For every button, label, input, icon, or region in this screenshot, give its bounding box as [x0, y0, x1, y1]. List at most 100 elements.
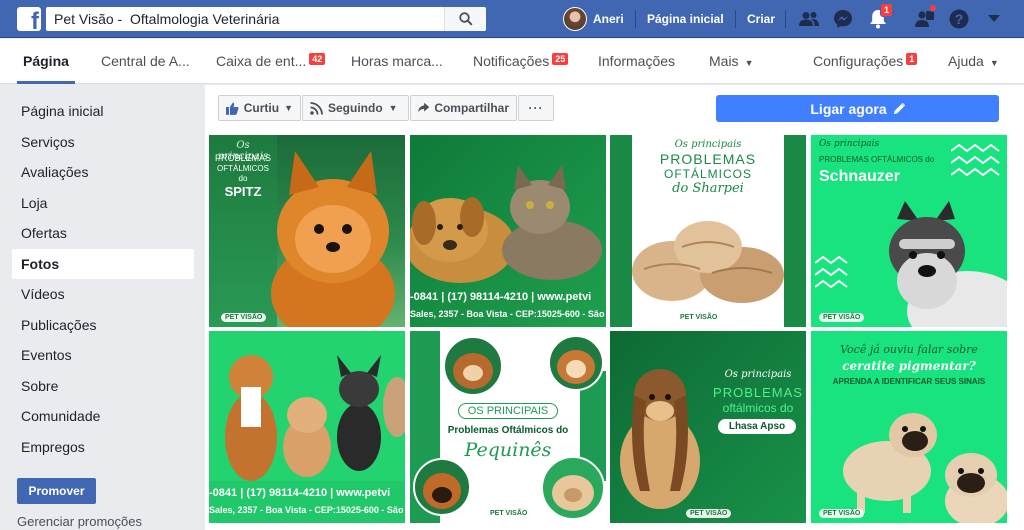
caret-down-icon: ▼	[744, 58, 754, 68]
thumbs-up-icon	[226, 102, 239, 115]
photo-sharpei[interactable]: Os principais PROBLEMAS OFTÁLMICOS do Sh…	[610, 135, 806, 327]
page-tab-bar: Página Central de A... Caixa de ent... 42…	[0, 39, 1024, 84]
tab-insights[interactable]: Informações	[598, 39, 675, 84]
footer-line: Sales, 2357 - Boa Vista - CEP:15025-600 …	[410, 309, 606, 319]
pekingese-portrait	[443, 336, 503, 396]
photo-caption: Schnauzer	[819, 168, 900, 185]
sidebar-item-community[interactable]: Comunidade	[12, 401, 194, 432]
photo-caption: Lhasa Apso	[718, 419, 796, 434]
caret-down-icon: ▼	[388, 103, 398, 113]
search-button[interactable]	[444, 7, 486, 31]
manage-promotions-link[interactable]: Gerenciar promoções	[17, 514, 142, 529]
call-now-button[interactable]: Ligar agora	[716, 95, 999, 122]
contact-footer: -0841 | (17) 98114-4210 | www.petvi Sale…	[209, 481, 405, 523]
tab-notifications[interactable]: Notificações 25	[473, 39, 569, 84]
page-roles-icon[interactable]	[913, 4, 937, 30]
svg-text:?: ?	[955, 11, 964, 27]
settings-badge: 1	[906, 53, 918, 65]
photo-caption: OFTÁLMICOS	[663, 167, 752, 181]
like-button[interactable]: Curtiu ▼	[218, 95, 301, 121]
zigzag-decoration	[951, 143, 1000, 177]
friend-requests-icon[interactable]	[797, 8, 821, 30]
divider	[635, 10, 636, 28]
page-sidebar: Página inicial Serviços Avaliações Loja …	[12, 96, 194, 462]
divider	[785, 10, 786, 28]
photo-caption: Os principais	[819, 139, 880, 149]
photo-caption: Você já ouviu falar sobre	[840, 343, 978, 356]
photo-caption: PROBLEMAS	[713, 385, 803, 400]
footer-line: -0841 | (17) 98114-4210 | www.petvi	[209, 487, 391, 499]
sidebar-item-shop[interactable]: Loja	[12, 188, 194, 219]
pug-dogs-illustration	[843, 413, 1007, 523]
sidebar-item-about[interactable]: Sobre	[12, 371, 194, 402]
photo-caption: APRENDA A IDENTIFICAR SEUS SINAIS	[832, 377, 986, 386]
top-navigation-bar: f Aneri Página inicial Criar 1 ?	[0, 0, 1024, 38]
tab-page[interactable]: Página	[17, 39, 75, 84]
following-button[interactable]: Seguindo ▼	[302, 95, 409, 121]
search-input[interactable]	[46, 7, 446, 31]
avatar	[563, 7, 587, 31]
home-link[interactable]: Página inicial	[647, 12, 724, 26]
rss-icon	[310, 101, 323, 115]
photo-group-of-pets[interactable]: -0841 | (17) 98114-4210 | www.petvi Sale…	[209, 331, 405, 523]
photo-cat-and-dog[interactable]: -0841 | (17) 98114-4210 | www.petvi Sale…	[410, 135, 606, 327]
pekingese-portrait	[541, 456, 605, 520]
sidebar-item-jobs[interactable]: Empregos	[12, 432, 194, 463]
photo-schnauzer[interactable]: Os principais PROBLEMAS OFTÁLMICOS do Sc…	[811, 135, 1007, 327]
messenger-icon[interactable]	[831, 8, 855, 30]
facebook-logo-icon[interactable]: f	[17, 7, 41, 31]
pet-visao-logo: PET VISÃO	[819, 313, 865, 322]
photo-caption: PROBLEMAS OFTÁLMICOS do	[819, 155, 935, 164]
photo-caption: Os principais	[674, 139, 742, 150]
caret-down-icon: ▼	[284, 103, 293, 113]
tab-settings[interactable]: Configurações 1	[813, 39, 918, 84]
notifications-icon[interactable]: 1	[866, 3, 894, 30]
help-icon[interactable]: ?	[947, 8, 971, 30]
tab-more[interactable]: Mais ▼	[709, 39, 753, 84]
search-icon	[458, 12, 473, 26]
schnauzer-dog-illustration	[889, 201, 1007, 327]
photo-pekingese[interactable]: OS PRINCIPAIS Problemas Oftálmicos do Pe…	[410, 331, 606, 523]
caret-down-icon: ▼	[989, 58, 999, 68]
sidebar-item-photos[interactable]: Fotos	[12, 248, 194, 279]
photo-caption: Problemas Oftálmicos do	[447, 425, 569, 436]
sharpei-puppies-illustration	[632, 221, 784, 303]
divider	[735, 10, 736, 28]
create-link[interactable]: Criar	[747, 12, 775, 26]
spitz-dog-illustration	[271, 151, 395, 327]
sidebar-item-reviews[interactable]: Avaliações	[12, 157, 194, 188]
pet-visao-logo: PET VISÃO	[819, 509, 865, 518]
cat-and-dog-illustration	[410, 165, 602, 283]
account-menu-icon[interactable]	[982, 8, 1006, 30]
photo-lhasa-apso[interactable]: Os principais PROBLEMAS oftálmicos do Lh…	[610, 331, 806, 523]
more-options-button[interactable]: ···	[518, 95, 554, 121]
sidebar-item-offers[interactable]: Ofertas	[12, 218, 194, 249]
photo-caption: do Sharpei	[672, 181, 744, 196]
tab-help[interactable]: Ajuda ▼	[948, 39, 999, 84]
promote-button[interactable]: Promover	[17, 478, 96, 504]
photo-pug[interactable]: Você já ouviu falar sobre ceratite pigme…	[811, 331, 1007, 523]
tab-appointments[interactable]: Horas marca...	[351, 39, 443, 84]
pets-group-illustration	[225, 355, 405, 481]
footer-line: -0841 | (17) 98114-4210 | www.petvi	[410, 291, 592, 303]
indicator-dot	[929, 4, 937, 12]
sidebar-item-posts[interactable]: Publicações	[12, 310, 194, 341]
photo-caption: PROBLEMAS	[659, 151, 757, 167]
pet-visao-logo: PET VISÃO	[486, 509, 532, 518]
sidebar-item-videos[interactable]: Vídeos	[12, 279, 194, 310]
notifications-badge: 1	[880, 3, 894, 17]
search-box	[46, 7, 486, 31]
profile-link[interactable]: Aneri	[563, 7, 624, 31]
photo-caption: Os principais	[724, 369, 792, 380]
sidebar-item-home[interactable]: Página inicial	[12, 96, 194, 127]
tab-inbox[interactable]: Caixa de ent... 42	[216, 39, 326, 84]
sidebar-item-services[interactable]: Serviços	[12, 127, 194, 158]
sidebar-item-events[interactable]: Eventos	[12, 340, 194, 371]
more-icon: ···	[528, 101, 544, 115]
photo-caption: OS PRINCIPAIS	[458, 403, 558, 419]
lhasa-apso-dog-illustration	[620, 369, 700, 509]
tab-publishing-center[interactable]: Central de A...	[101, 39, 190, 84]
pet-visao-logo: PET VISÃO	[686, 509, 732, 518]
share-button[interactable]: Compartilhar	[410, 95, 517, 121]
photo-spitz[interactable]: Os principais PROBLEMAS OFTÁLMICOS do SP…	[209, 135, 405, 327]
